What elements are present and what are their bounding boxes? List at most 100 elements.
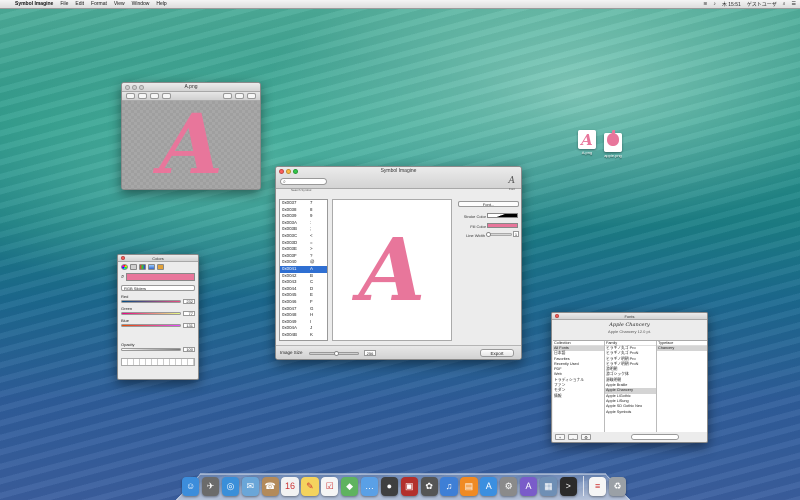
current-color-swatch[interactable] [126, 273, 195, 281]
menubar-user[interactable]: ゲストユーザ [747, 1, 777, 8]
code-list-row[interactable]: 0x0041 A [280, 265, 327, 273]
desktop-icon-apple-png[interactable]: apple.png [600, 130, 626, 158]
code-list-row[interactable]: 0x004A J [280, 325, 327, 332]
font-search-field[interactable] [631, 434, 679, 440]
menubar-clock[interactable]: 木 15:51 [722, 1, 741, 8]
rotate-button[interactable] [235, 93, 244, 99]
collection-item[interactable]: 情報 [553, 394, 604, 399]
desktop-icon-a-png[interactable]: A A.png [574, 130, 600, 155]
menu-edit[interactable]: Edit [75, 1, 84, 7]
blue-value[interactable]: 131 [183, 323, 195, 328]
ibooks-icon[interactable]: ▤ [460, 477, 478, 496]
volume-icon[interactable]: ♪ [713, 1, 716, 7]
collection-column[interactable]: Collection All Fonts 日本語 Favorites Recently… [553, 341, 605, 432]
zoom-out-button[interactable] [138, 93, 147, 99]
opacity-slider[interactable] [121, 348, 181, 351]
menu-file[interactable]: File [60, 1, 68, 7]
opacity-value[interactable]: 100 [183, 347, 195, 352]
preview-titlebar[interactable]: A.png [122, 83, 260, 92]
blue-slider[interactable] [121, 324, 181, 327]
trash-icon[interactable]: ♻ [608, 477, 627, 496]
code-list-row[interactable]: 0x0049 I [280, 319, 327, 326]
export-button[interactable]: Export [480, 349, 514, 357]
crayons-icon[interactable] [157, 264, 164, 270]
line-width-knob[interactable] [486, 232, 491, 237]
menu-window[interactable]: Window [132, 1, 150, 7]
messages-icon[interactable]: … [360, 477, 379, 496]
itunes-icon[interactable]: ♫ [440, 477, 458, 496]
image-size-value[interactable]: 256 [364, 350, 376, 356]
line-width-slider[interactable] [486, 232, 512, 237]
family-item[interactable]: Apple Symbols [605, 410, 656, 415]
red-value[interactable]: 232 [183, 299, 195, 304]
appstore-icon[interactable]: A [480, 477, 498, 496]
red-slider[interactable] [121, 300, 181, 303]
terminal-icon[interactable]: > [559, 477, 577, 496]
color-palettes-icon[interactable] [139, 264, 146, 270]
code-list-row[interactable]: 0x003A: [280, 220, 327, 227]
code-list-row[interactable]: 0x0037 7 [280, 200, 327, 207]
minimize-button[interactable] [132, 85, 137, 90]
finder-icon[interactable]: ☺ [182, 477, 200, 496]
safari-icon[interactable]: ◎ [221, 477, 240, 496]
code-list-row[interactable]: 0x0045 E [280, 292, 327, 299]
launchpad-icon[interactable]: ✈ [201, 477, 220, 496]
main-minimize-button[interactable] [286, 169, 291, 174]
reminders-icon[interactable]: ☑ [321, 477, 339, 496]
color-sliders-icon[interactable] [130, 264, 137, 270]
maps-icon[interactable]: ◆ [341, 477, 359, 496]
code-list-row[interactable]: 0x003B; [280, 226, 327, 233]
annotate-button[interactable] [223, 93, 232, 99]
photos-icon[interactable]: ✿ [420, 477, 438, 496]
zoom-button[interactable] [139, 85, 144, 90]
magnifier-icon[interactable]: ⌕ [121, 274, 124, 281]
photobooth-icon[interactable]: ▣ [400, 477, 418, 496]
menu-app-name[interactable]: Symbol Imagine [15, 1, 53, 7]
code-list-row[interactable]: 0x0048 H [280, 312, 327, 319]
typeface-item[interactable]: Chancery [657, 346, 707, 352]
spotlight-icon[interactable]: ⌕ [783, 1, 786, 7]
color-wheel-icon[interactable] [121, 264, 128, 270]
document-icon[interactable]: ≡ [589, 477, 607, 496]
symbol-imagine-icon[interactable]: A [519, 477, 538, 496]
calendar-icon[interactable]: 16 [281, 477, 299, 496]
main-close-button[interactable] [279, 169, 284, 174]
color-swatch-cells[interactable] [121, 358, 195, 366]
code-list-row[interactable]: 0x0042 B [280, 273, 327, 280]
close-button[interactable] [125, 85, 130, 90]
view-mode-button[interactable] [126, 93, 135, 99]
image-size-slider[interactable] [309, 351, 359, 356]
code-list-row[interactable]: 0x003E > [280, 246, 327, 253]
line-width-value[interactable]: 1 [513, 231, 519, 237]
preferences-icon[interactable]: ⚙ [500, 477, 518, 496]
facetime-icon[interactable]: ● [380, 477, 399, 496]
zoom-in-button[interactable] [150, 93, 159, 99]
contacts-icon[interactable]: ☎ [261, 477, 279, 496]
image-palettes-icon[interactable] [148, 264, 155, 270]
slider-type-dropdown[interactable]: RGB Sliders [121, 285, 195, 291]
font-popup[interactable]: Font... [458, 201, 519, 207]
code-list-row[interactable]: 0x0043 C [280, 279, 327, 286]
main-zoom-button[interactable] [293, 169, 298, 174]
image-size-knob[interactable] [334, 351, 339, 356]
add-collection-button[interactable]: + [555, 433, 565, 440]
code-list-row[interactable]: 0x003D = [280, 240, 327, 247]
main-titlebar[interactable]: Symbol Imagine ⌕ Search Symbol A Font [276, 167, 521, 192]
green-slider[interactable] [121, 312, 181, 315]
code-list-row[interactable]: 0x0044 D [280, 286, 327, 293]
mail-icon[interactable]: ✉ [241, 477, 259, 496]
menu-view[interactable]: View [114, 1, 125, 7]
menu-format[interactable]: Format [91, 1, 107, 7]
notification-center-icon[interactable]: ☰ [792, 1, 796, 7]
code-list-row[interactable]: 0x003C < [280, 233, 327, 240]
code-list-row[interactable]: 0x0038 8 [280, 207, 327, 214]
code-list[interactable]: 0x0037 7 0x0038 8 0x0039 9 0x003A:0x003B; 0x003… [279, 199, 328, 341]
code-list-row[interactable]: 0x0046 F [280, 299, 327, 306]
code-list-row[interactable]: 0x0039 9 [280, 213, 327, 220]
fonts-close-button[interactable] [555, 314, 559, 318]
code-list-row[interactable]: 0x004B K [280, 332, 327, 339]
colors-titlebar[interactable]: Colors [118, 255, 198, 262]
family-column[interactable]: Family ヒラギノ丸ゴ Pro ヒラギノ丸ゴ ProN ヒラギノ明朝 Pro ヒラ… [605, 341, 657, 432]
symbol-search-field[interactable]: ⌕ [280, 178, 327, 185]
stroke-color-well[interactable] [487, 213, 518, 218]
